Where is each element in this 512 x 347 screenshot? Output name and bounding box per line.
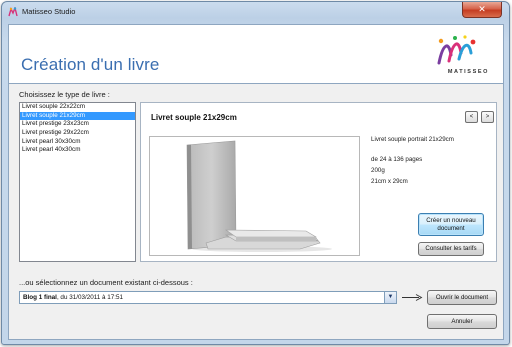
book-type-label: Choisissez le type de livre : [19, 90, 110, 99]
list-item[interactable]: Livret prestige 23x23cm [20, 120, 135, 129]
title-bar: Matisseo Studio ✕ [2, 2, 509, 22]
arrow-right-icon [402, 294, 423, 301]
book-preview-image [149, 136, 360, 256]
book-detail-panel: Livret souple 21x29cm < > Livret souple … [140, 102, 497, 262]
create-document-label: Créer un nouveau document [426, 216, 476, 232]
page-title: Création d'un livre [21, 55, 160, 74]
chevron-right-icon: > [485, 114, 490, 120]
next-button[interactable]: > [481, 111, 494, 123]
open-document-label: Ouvrir le document [435, 293, 489, 301]
close-button[interactable]: ✕ [462, 2, 502, 18]
matisseo-app-icon [8, 7, 18, 17]
previous-button[interactable]: < [465, 111, 478, 123]
header-banner: Création d'un livre MATISSEO [8, 24, 504, 84]
detail-title: Livret souple 21x29cm [151, 113, 237, 122]
chevron-left-icon: < [469, 114, 474, 120]
dialog-body: Choisissez le type de livre : Livret sou… [8, 84, 504, 340]
cancel-button[interactable]: Annuler [427, 314, 497, 329]
list-item[interactable]: Livret souple 22x22cm [20, 103, 135, 112]
selected-document-date: , du 31/03/2011 à 17:51 [56, 294, 123, 301]
create-document-button[interactable]: Créer un nouveau document [418, 213, 484, 236]
book-illustration [186, 140, 332, 252]
selected-document-name: Blog 1 final [23, 294, 57, 301]
app-window: Matisseo Studio ✕ Création d'un livre MA… [1, 1, 510, 345]
paper-weight: 200g [371, 167, 385, 174]
view-prices-label: Consulter les tarifs [425, 245, 477, 253]
selected-document-value: Blog 1 final, du 31/03/2011 à 17:51 [23, 294, 123, 301]
close-icon: ✕ [478, 4, 486, 14]
window-title: Matisseo Studio [22, 7, 76, 16]
cancel-label: Annuler [451, 317, 473, 325]
view-prices-button[interactable]: Consulter les tarifs [418, 242, 484, 256]
list-item[interactable]: Livret pearl 40x30cm [20, 146, 135, 155]
logo-wordmark: MATISSEO [447, 69, 489, 75]
existing-document-label: ...ou sélectionnez un document existant … [19, 278, 193, 287]
existing-document-dropdown[interactable]: Blog 1 final, du 31/03/2011 à 17:51 ▼ [19, 291, 397, 304]
chevron-down-icon[interactable]: ▼ [384, 292, 396, 303]
book-dimensions: 21cm x 29cm [371, 178, 408, 185]
list-item[interactable]: Livret pearl 30x30cm [20, 138, 135, 147]
open-document-button[interactable]: Ouvrir le document [427, 290, 497, 305]
list-item[interactable]: Livret prestige 29x22cm [20, 129, 135, 138]
book-type-list[interactable]: Livret souple 22x22cm Livret souple 21x2… [19, 102, 136, 262]
page-range: de 24 à 136 pages [371, 156, 423, 163]
book-description: Livret souple portrait 21x29cm [371, 136, 454, 143]
list-item-selected[interactable]: Livret souple 21x29cm [20, 111, 135, 121]
